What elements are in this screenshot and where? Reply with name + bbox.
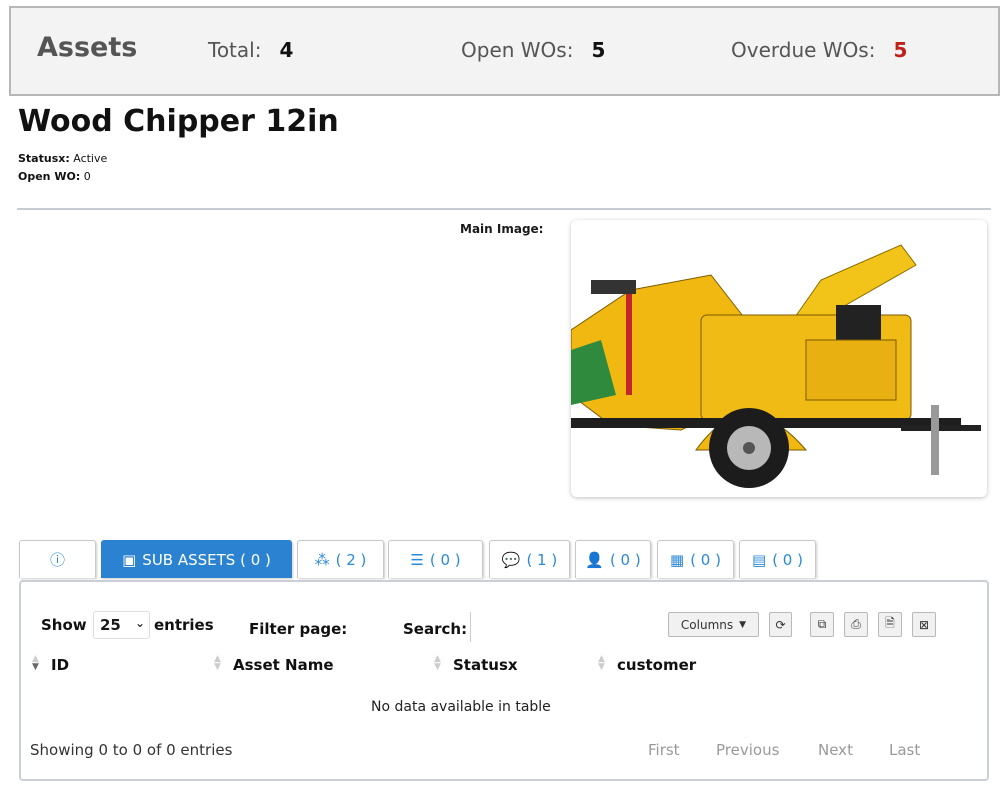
columns-button-label: Columns: [680, 617, 734, 632]
calendar-icon: ▦: [670, 550, 685, 569]
tab-parts-label: ( 2 ): [335, 550, 367, 569]
tab-users-label: ( 0 ): [609, 550, 641, 569]
columns-button[interactable]: Columns ▼: [668, 612, 759, 637]
tab-list-label: ( 0 ): [429, 550, 461, 569]
refresh-icon: ⟳: [775, 617, 786, 632]
pdf-button[interactable]: 🗎: [878, 612, 902, 637]
main-image[interactable]: [571, 220, 987, 497]
column-header-asset-name[interactable]: Asset Name: [233, 656, 334, 674]
asset-title: Wood Chipper 12in: [18, 104, 339, 139]
asset-open-wo-label: Open WO:: [18, 170, 81, 183]
tab-sub-assets-label: SUB ASSETS ( 0 ): [142, 550, 271, 569]
copy-button[interactable]: ⧉: [810, 612, 834, 637]
column-header-customer[interactable]: customer: [617, 656, 696, 674]
search-label: Search:: [403, 620, 468, 638]
total-value: 4: [279, 38, 294, 62]
summary-bar: Assets Total: 4 Open WOs: 5 Overdue WOs: 5: [9, 6, 1000, 96]
briefcase-icon: ▣: [122, 550, 137, 569]
column-header-statusx[interactable]: Statusx: [453, 656, 518, 674]
tab-sub-assets[interactable]: ▣ SUB ASSETS ( 0 ): [101, 540, 292, 578]
list-icon: ☰: [410, 550, 424, 569]
open-wos-label: Open WOs:: [461, 38, 574, 62]
open-wos-value: 5: [591, 38, 606, 62]
total-label: Total:: [208, 38, 262, 62]
asset-open-wo-value: 0: [83, 170, 91, 183]
user-icon: 👤: [585, 550, 604, 569]
sort-icon[interactable]: ▲ ▼: [214, 655, 221, 672]
overdue-wos-value: 5: [893, 38, 908, 62]
asset-status-value: Active: [73, 152, 108, 165]
tab-users[interactable]: 👤 ( 0 ): [575, 540, 651, 578]
section-divider: [17, 208, 991, 210]
page-size-value: 25: [100, 616, 121, 634]
tab-comments-label: ( 1 ): [526, 550, 558, 569]
comment-icon: 💬: [501, 550, 521, 569]
total-stat: Total: 4: [208, 38, 293, 62]
sort-icon[interactable]: ▲ ▼: [598, 655, 605, 672]
tab-calendar-label: ( 0 ): [690, 550, 721, 569]
main-image-label: Main Image:: [460, 222, 544, 236]
summary-title: Assets: [37, 32, 138, 63]
pagination-previous[interactable]: Previous: [716, 741, 779, 759]
info-icon: ⓘ: [49, 551, 65, 569]
pagination-first[interactable]: First: [648, 741, 680, 759]
open-wos-stat: Open WOs: 5: [461, 38, 605, 62]
overdue-wos-label: Overdue WOs:: [731, 38, 876, 62]
tab-calculator[interactable]: ▤ ( 0 ): [739, 540, 816, 578]
print-button[interactable]: ⎙: [844, 612, 868, 637]
column-header-id[interactable]: ID: [51, 656, 69, 674]
tab-calendar[interactable]: ▦ ( 0 ): [657, 540, 734, 578]
chevron-down-icon: ⌄: [134, 616, 145, 630]
entries-label: entries: [154, 616, 214, 634]
pagination-last[interactable]: Last: [889, 741, 920, 759]
asset-open-wo: Open WO: 0: [18, 170, 91, 183]
table-info: Showing 0 to 0 of 0 entries: [30, 741, 233, 759]
asset-status: Statusx: Active: [18, 152, 107, 165]
filter-page-label: Filter page:: [249, 620, 348, 638]
wood-chipper-image: [571, 220, 987, 497]
refresh-button[interactable]: ⟳: [769, 612, 792, 637]
search-input[interactable]: [470, 612, 660, 642]
print-icon: ⎙: [851, 617, 861, 631]
tab-info[interactable]: ⓘ: [19, 540, 96, 578]
asset-status-label: Statusx:: [18, 152, 70, 165]
excel-button[interactable]: ⊠: [912, 612, 936, 637]
copy-icon: ⧉: [817, 617, 827, 631]
overdue-wos-stat: Overdue WOs: 5: [731, 38, 907, 62]
file-icon: 🗎: [885, 616, 895, 630]
tab-calculator-label: ( 0 ): [772, 550, 803, 569]
tab-list[interactable]: ☰ ( 0 ): [388, 540, 483, 578]
sort-icon[interactable]: ▲ ▼: [32, 655, 39, 672]
show-label: Show: [41, 616, 87, 634]
tab-comments[interactable]: 💬 ( 1 ): [489, 540, 570, 578]
excel-icon: ⊠: [918, 617, 930, 632]
sort-icon[interactable]: ▲ ▼: [434, 655, 441, 672]
cubes-icon: ⁂: [314, 550, 330, 569]
tab-parts[interactable]: ⁂ ( 2 ): [297, 540, 384, 578]
caret-down-icon: ▼: [739, 619, 747, 630]
empty-table-message: No data available in table: [371, 699, 551, 715]
calculator-icon: ▤: [752, 550, 767, 569]
page-size-select[interactable]: 25 ⌄: [93, 611, 150, 639]
pagination-next[interactable]: Next: [818, 741, 853, 759]
